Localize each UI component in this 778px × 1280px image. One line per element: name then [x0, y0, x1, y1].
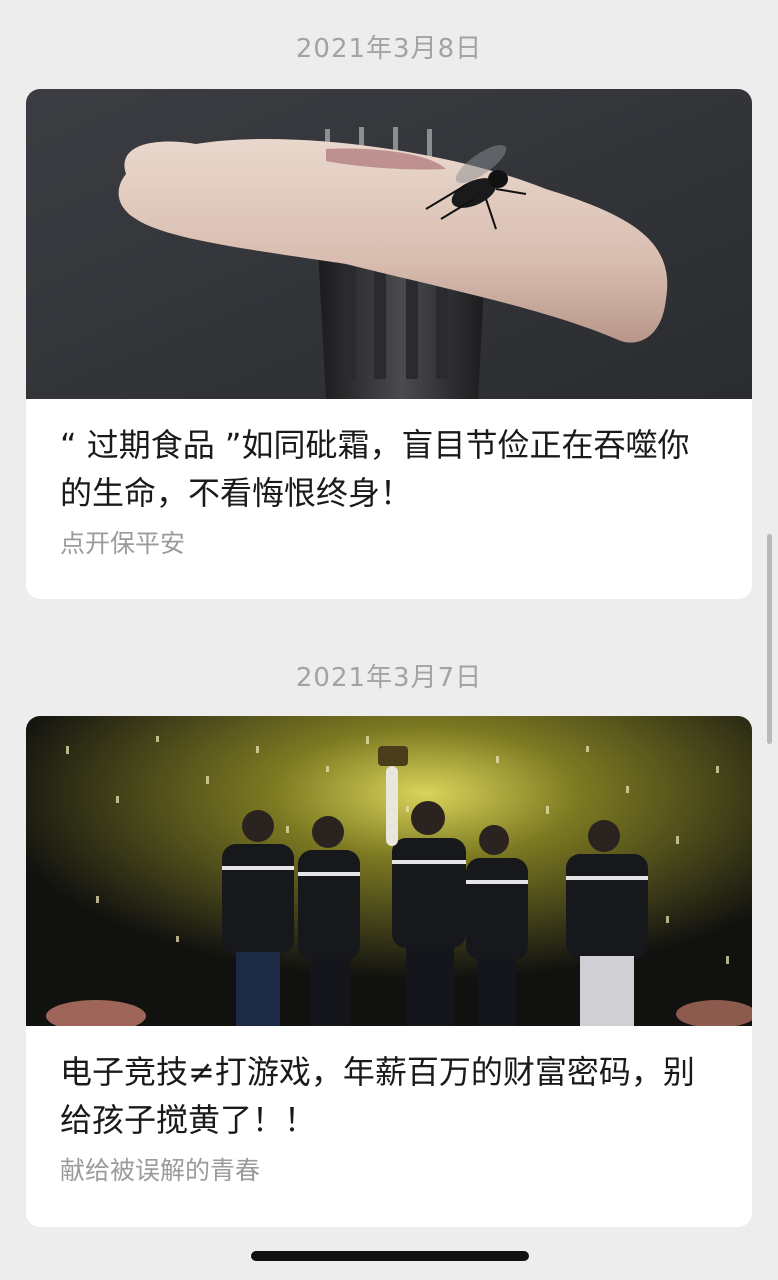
- article-card[interactable]: “ 过期食品 ”如同砒霜，盲目节俭正在吞噬你的生命，不看悔恨终身！ 点开保平安: [26, 89, 752, 599]
- fly-on-meat-fork-image: [26, 89, 752, 399]
- scrollbar[interactable]: [767, 534, 772, 744]
- article-card[interactable]: 电子竞技≠打游戏，年薪百万的财富密码，别给孩子搅黄了！！ 献给被误解的青春: [26, 716, 752, 1227]
- article-date: 2021年3月7日: [295, 663, 483, 693]
- article-title[interactable]: “ 过期食品 ”如同砒霜，盲目节俭正在吞噬你的生命，不看悔恨终身！: [60, 421, 718, 517]
- article-digest: 献给被误解的青春: [60, 1156, 261, 1185]
- article-cover-image[interactable]: [26, 716, 752, 1026]
- article-cover-image[interactable]: [26, 89, 752, 399]
- article-date: 2021年3月8日: [295, 34, 483, 64]
- article-title[interactable]: 电子竞技≠打游戏，年薪百万的财富密码，别给孩子搅黄了！！: [60, 1048, 718, 1144]
- home-indicator[interactable]: [251, 1251, 529, 1261]
- article-digest: 点开保平安: [60, 529, 186, 558]
- esports-team-celebration-image: [26, 716, 752, 1026]
